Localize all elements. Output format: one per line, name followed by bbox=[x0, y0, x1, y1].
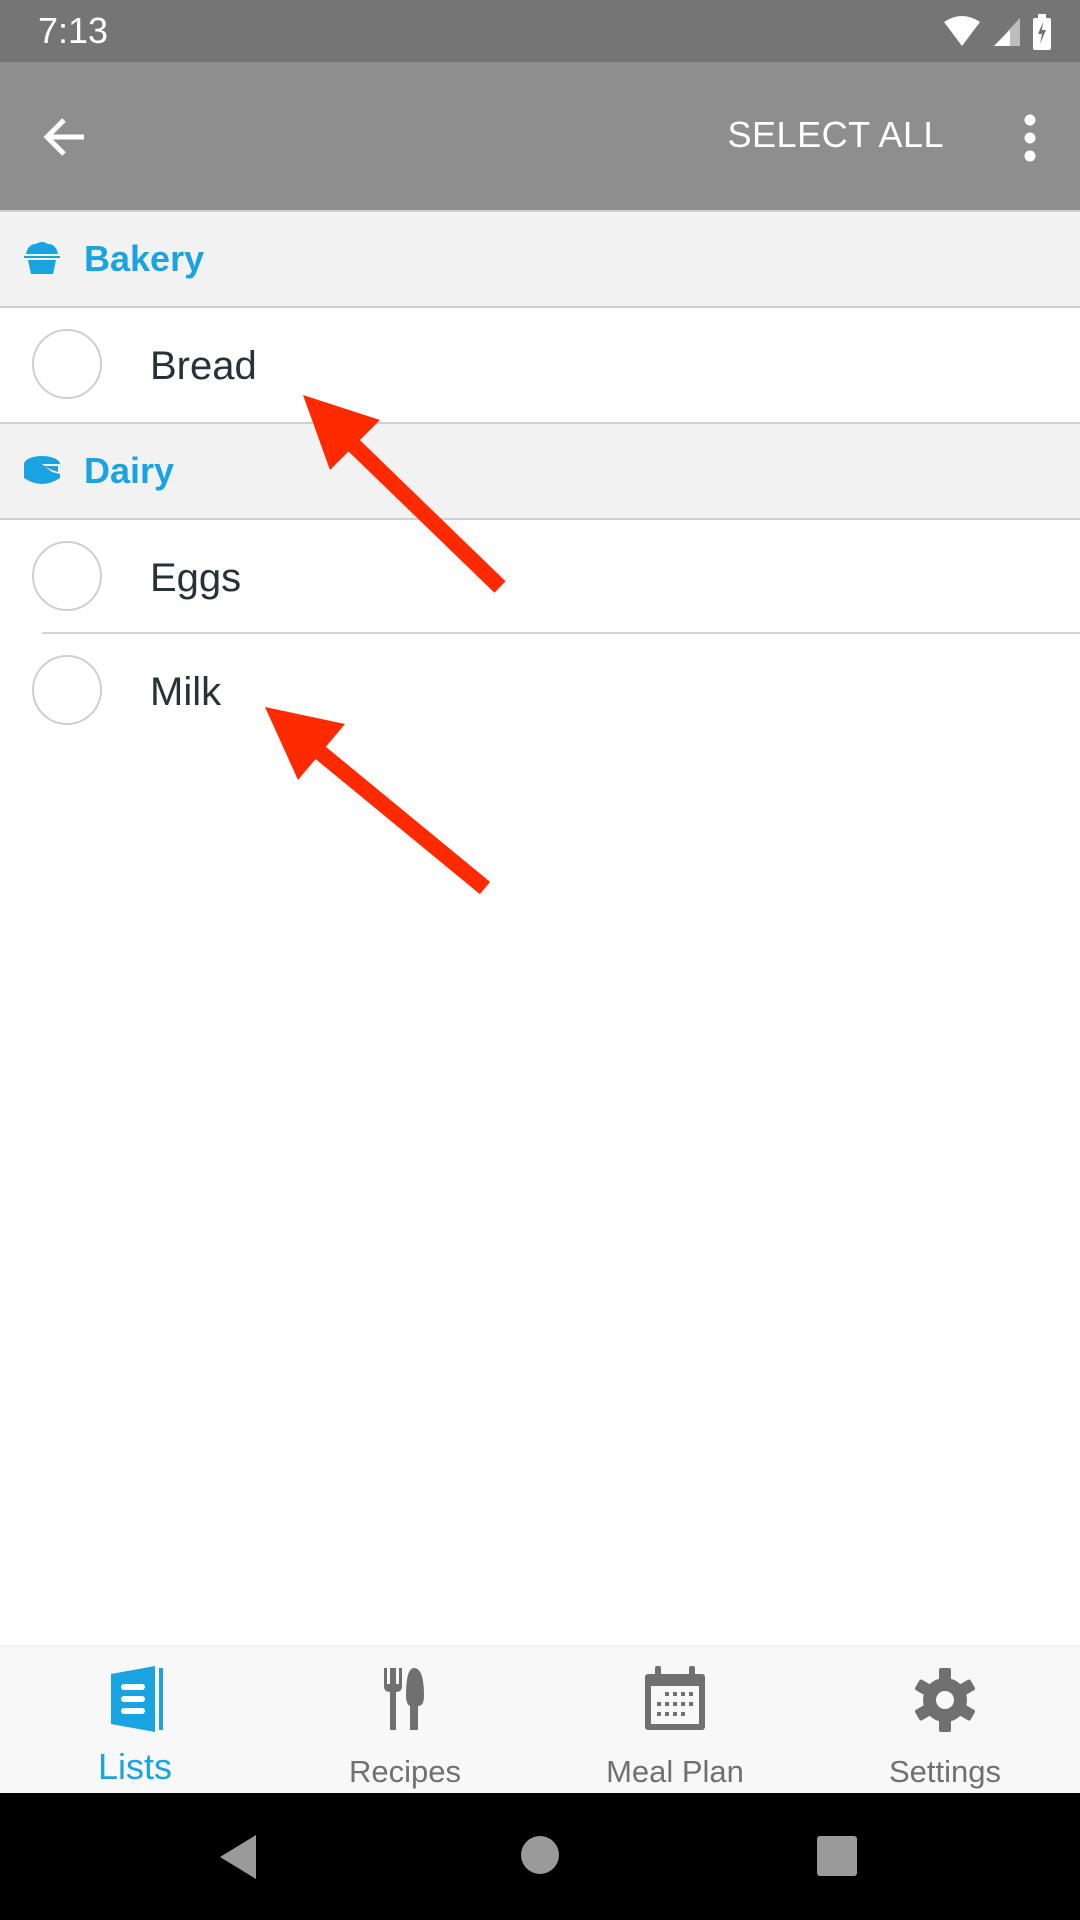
item-label: Eggs bbox=[150, 556, 242, 600]
category-header-bakery[interactable]: Bakery bbox=[0, 210, 1080, 308]
app-bar: SELECT ALL bbox=[0, 62, 1080, 210]
list-item[interactable]: Eggs bbox=[0, 520, 1080, 634]
category-label: Dairy bbox=[84, 450, 175, 491]
status-time: 7:13 bbox=[38, 10, 109, 51]
nav-home-icon[interactable] bbox=[520, 1835, 560, 1875]
status-icons bbox=[942, 14, 1052, 50]
tab-label: Recipes bbox=[349, 1754, 461, 1789]
nav-recents-icon[interactable] bbox=[816, 1835, 858, 1877]
tab-lists[interactable]: Lists bbox=[0, 1646, 270, 1794]
lists-icon bbox=[111, 1666, 163, 1732]
list-item[interactable]: Bread bbox=[0, 308, 1080, 422]
item-checkbox[interactable] bbox=[32, 541, 102, 611]
category-label: Bakery bbox=[84, 238, 205, 279]
battery-charging-icon bbox=[1033, 14, 1051, 50]
tab-label: Lists bbox=[97, 1746, 173, 1787]
tab-meal-plan[interactable]: Meal Plan bbox=[540, 1646, 810, 1794]
tab-label: Meal Plan bbox=[606, 1754, 744, 1789]
item-label: Bread bbox=[150, 344, 257, 388]
select-all-button[interactable]: SELECT ALL bbox=[728, 114, 944, 156]
calendar-icon bbox=[645, 1666, 705, 1730]
item-label: Milk bbox=[150, 670, 222, 714]
tab-recipes[interactable]: Recipes bbox=[270, 1646, 540, 1794]
more-vert-icon[interactable] bbox=[990, 98, 1070, 178]
wifi-icon bbox=[944, 16, 980, 46]
tab-settings[interactable]: Settings bbox=[810, 1646, 1080, 1794]
fork-spoon-icon bbox=[384, 1668, 424, 1730]
shopping-list: Bakery Bread Dairy Eggs Milk bbox=[0, 210, 1080, 748]
cheese-icon bbox=[24, 456, 60, 484]
item-checkbox[interactable] bbox=[32, 329, 102, 399]
category-header-dairy[interactable]: Dairy bbox=[0, 422, 1080, 520]
item-checkbox[interactable] bbox=[32, 655, 102, 725]
tab-label: Settings bbox=[888, 1754, 1001, 1789]
gear-icon bbox=[915, 1668, 975, 1732]
list-item[interactable]: Milk bbox=[0, 634, 1080, 748]
signal-icon bbox=[994, 18, 1020, 46]
system-navigation-bar bbox=[0, 1793, 1080, 1920]
cupcake-icon bbox=[24, 242, 60, 274]
nav-back-icon[interactable] bbox=[218, 1835, 258, 1879]
status-bar: 7:13 bbox=[0, 0, 1080, 62]
bottom-navigation: Lists Recipes Meal Plan Settings bbox=[0, 1645, 1080, 1794]
arrow-back-icon[interactable] bbox=[40, 112, 90, 162]
